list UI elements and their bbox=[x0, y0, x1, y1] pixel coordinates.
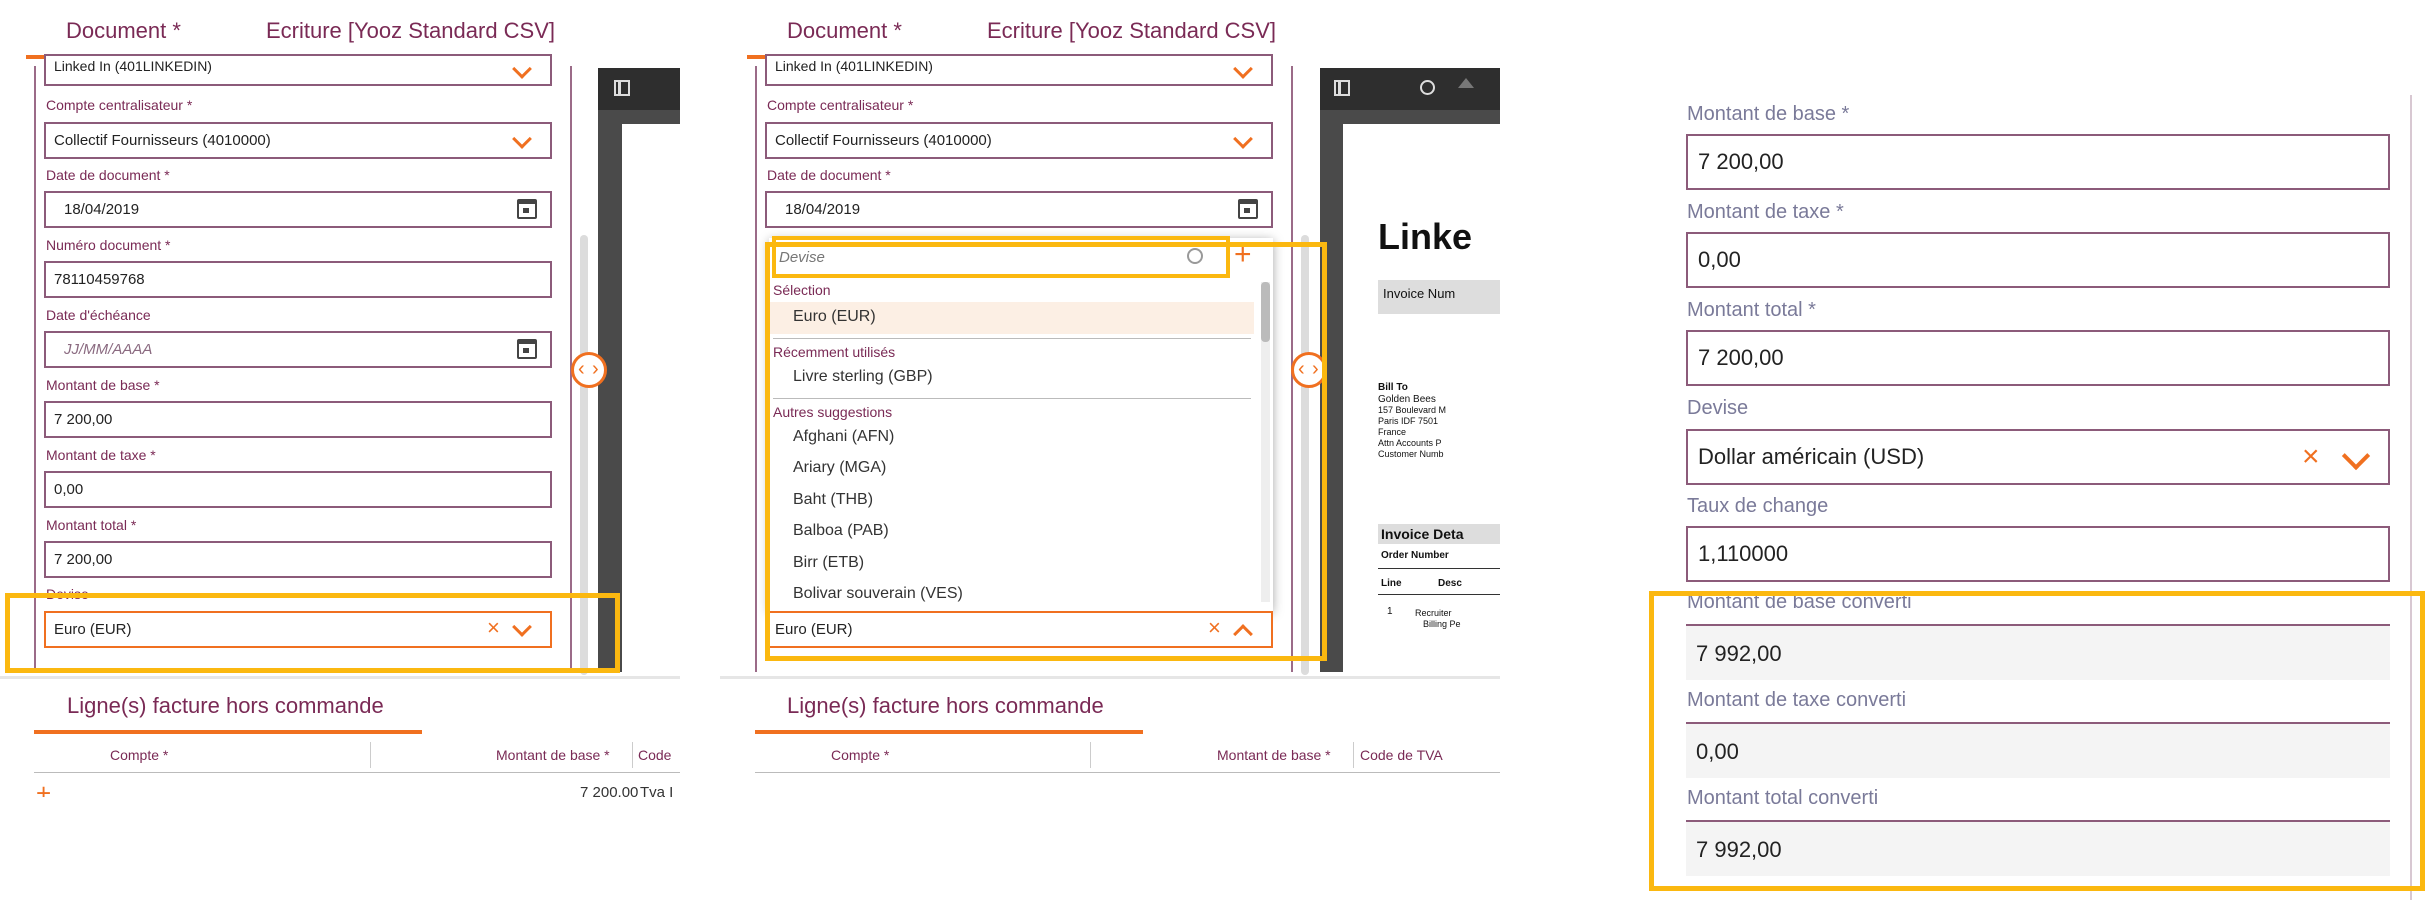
r-montant-base-field[interactable]: 7 200,00 bbox=[1686, 134, 2390, 190]
tab-ecriture[interactable]: Ecriture [Yooz Standard CSV] bbox=[266, 18, 555, 44]
pdf-line-header: Line bbox=[1381, 578, 1402, 589]
date-echeance-field[interactable]: JJ/MM/AAAA bbox=[44, 331, 552, 368]
pdf-row-desc: Billing Pe bbox=[1423, 619, 1461, 629]
close-icon[interactable]: × bbox=[2302, 442, 2320, 472]
montant-base-label: Montant de base * bbox=[46, 377, 160, 393]
pdf-company: Linke bbox=[1378, 216, 1473, 257]
pdf-bill-line: Paris IDF 7501 bbox=[1378, 416, 1439, 426]
upload-icon[interactable] bbox=[1458, 78, 1474, 88]
calendar-icon[interactable] bbox=[517, 339, 537, 359]
tab-document[interactable]: Document * bbox=[66, 18, 181, 44]
table-row-code: Tva I bbox=[640, 784, 674, 797]
add-line-button[interactable]: + bbox=[36, 780, 51, 797]
pdf-row-num: 1 bbox=[1387, 606, 1393, 617]
dropdown-highlight bbox=[765, 242, 1327, 661]
pdf-bill-line: France bbox=[1378, 427, 1407, 437]
table-header-line bbox=[34, 772, 680, 773]
r-taux-change-field[interactable]: 1,110000 bbox=[1686, 526, 2390, 582]
tab-ecriture[interactable]: Ecriture [Yooz Standard CSV] bbox=[987, 18, 1276, 44]
compte-field[interactable]: Collectif Fournisseurs (4010000) bbox=[765, 122, 1273, 159]
devise-highlight bbox=[5, 593, 620, 673]
lines-section-underline bbox=[755, 730, 1143, 734]
r-montant-base-label: Montant de base * bbox=[1687, 103, 1850, 125]
zoom-icon[interactable] bbox=[1420, 80, 1435, 95]
pdf-bill-line: Customer Numb bbox=[1378, 449, 1444, 459]
calendar-icon[interactable] bbox=[1238, 199, 1258, 219]
pdf-invoice-details: Invoice Deta bbox=[1381, 526, 1464, 542]
date-document-field[interactable]: 18/04/2019 bbox=[44, 191, 552, 228]
r-devise-field[interactable]: Dollar américain (USD) bbox=[1686, 429, 2390, 485]
pdf-rule bbox=[1378, 568, 1500, 569]
col-compte: Compte * bbox=[110, 747, 169, 763]
tab-document[interactable]: Document * bbox=[787, 18, 902, 44]
lines-section-title: Ligne(s) facture hors commande bbox=[67, 693, 384, 718]
montant-taxe-label: Montant de taxe * bbox=[46, 447, 156, 463]
supplier-field[interactable]: Linked In (401LINKEDIN) bbox=[44, 54, 552, 86]
pdf-bill-line: Golden Bees bbox=[1378, 394, 1436, 405]
compte-label: Compte centralisateur * bbox=[46, 97, 193, 113]
panel-3: Montant de base * 7 200,00 Montant de ta… bbox=[1640, 0, 2425, 900]
numero-document-label: Numéro document * bbox=[46, 237, 171, 253]
pdf-toolbar bbox=[598, 68, 680, 110]
compte-field[interactable]: Collectif Fournisseurs (4010000) bbox=[44, 122, 552, 159]
sidebar-toggle-icon[interactable] bbox=[614, 80, 630, 96]
montant-total-field[interactable]: 7 200,00 bbox=[44, 541, 552, 578]
sidebar-toggle-icon[interactable] bbox=[1334, 80, 1350, 96]
montant-total-label: Montant total * bbox=[46, 517, 137, 533]
table-header-line bbox=[755, 772, 1500, 773]
table-row-amount: 7 200,00 bbox=[580, 784, 639, 797]
pdf-desc-header: Desc bbox=[1438, 578, 1462, 589]
numero-document-field[interactable]: 78110459768 bbox=[44, 261, 552, 298]
calendar-icon[interactable] bbox=[517, 199, 537, 219]
pdf-row-desc: Recruiter bbox=[1415, 608, 1452, 618]
lines-section-underline bbox=[34, 730, 422, 734]
panel-2: Document * Ecriture [Yooz Standard CSV] … bbox=[720, 0, 1500, 820]
pdf-page: Linke Invoice Num Bill To Golden Bees 15… bbox=[1343, 124, 1500, 672]
panel-1: Document * Ecriture [Yooz Standard CSV] … bbox=[0, 0, 680, 820]
col-separator bbox=[370, 742, 371, 768]
pdf-bill-to: Bill To bbox=[1378, 382, 1408, 393]
r-montant-total-field[interactable]: 7 200,00 bbox=[1686, 330, 2390, 386]
lines-section-title: Ligne(s) facture hors commande bbox=[787, 693, 1104, 718]
r-taux-change-label: Taux de change bbox=[1687, 495, 1829, 517]
converted-highlight bbox=[1649, 591, 2425, 891]
date-document-label: Date de document * bbox=[46, 167, 170, 183]
pdf-order-number: Order Number bbox=[1381, 550, 1449, 561]
divider bbox=[0, 676, 680, 679]
pdf-bill-line: 157 Boulevard M bbox=[1378, 405, 1447, 415]
montant-taxe-field[interactable]: 0,00 bbox=[44, 471, 552, 508]
col-code-tva: Code de TVA bbox=[1360, 747, 1443, 763]
pdf-page bbox=[622, 124, 680, 672]
col-montant-base: Montant de base * bbox=[1217, 747, 1331, 763]
r-devise-label: Devise bbox=[1687, 397, 1749, 419]
r-montant-taxe-label: Montant de taxe * bbox=[1687, 201, 1844, 223]
pdf-rule bbox=[1378, 594, 1500, 595]
pdf-bill-line: Attn Accounts P bbox=[1378, 438, 1442, 448]
col-separator bbox=[632, 742, 633, 768]
pdf-invoice-num: Invoice Num bbox=[1383, 286, 1456, 301]
col-compte: Compte * bbox=[831, 747, 890, 763]
compte-label: Compte centralisateur * bbox=[767, 97, 914, 113]
date-echeance-label: Date d'échéance bbox=[46, 307, 151, 323]
col-separator bbox=[1090, 742, 1091, 768]
date-document-label: Date de document * bbox=[767, 167, 891, 183]
col-code: Code bbox=[638, 747, 672, 763]
expand-collapse-icon[interactable]: ‹ › bbox=[571, 352, 607, 388]
r-montant-taxe-field[interactable]: 0,00 bbox=[1686, 232, 2390, 288]
col-separator bbox=[1353, 742, 1354, 768]
supplier-field[interactable]: Linked In (401LINKEDIN) bbox=[765, 54, 1273, 86]
r-montant-total-label: Montant total * bbox=[1687, 299, 1816, 321]
date-document-field[interactable]: 18/04/2019 bbox=[765, 191, 1273, 228]
col-montant-base: Montant de base * bbox=[496, 747, 610, 763]
montant-base-field[interactable]: 7 200,00 bbox=[44, 401, 552, 438]
divider bbox=[720, 676, 1500, 679]
